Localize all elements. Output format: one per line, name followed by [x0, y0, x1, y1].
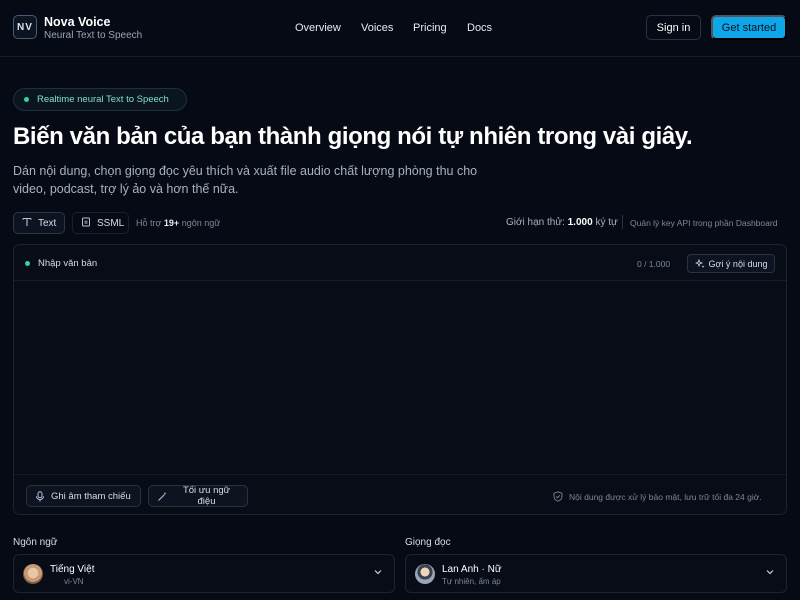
top-header: NV Nova Voice Neural Text to Speech Over…	[0, 0, 800, 57]
voice-name: Lan Anh · Nữ	[442, 564, 502, 575]
security-note: Nội dung được xử lý bảo mật, lưu trữ tối…	[553, 491, 762, 502]
chevron-down-icon	[765, 567, 775, 580]
nav-pricing[interactable]: Pricing	[413, 22, 447, 34]
divider	[622, 215, 623, 229]
text-editor-panel: Nhập văn bản 0 / 1.000 Gợi ý nội dung Gh…	[13, 244, 787, 515]
language-code: vi-VN	[64, 577, 84, 586]
suggest-content-button[interactable]: Gợi ý nội dung	[687, 254, 775, 273]
language-name: Tiếng Việt	[50, 564, 95, 575]
magic-wand-icon	[157, 491, 168, 502]
badge-label: Realtime neural Text to Speech	[37, 94, 169, 105]
api-key-link[interactable]: Quản lý key API trong phần Dashboard	[630, 218, 777, 228]
voice-description: Tự nhiên, ấm áp	[442, 577, 501, 586]
language-select[interactable]: Tiếng Việt vi-VN	[13, 554, 395, 593]
brand-subtitle: Neural Text to Speech	[44, 30, 143, 41]
code-file-icon	[81, 217, 91, 230]
mode-ssml-label: SSML	[97, 217, 125, 229]
mode-text-tab[interactable]: Text	[13, 212, 65, 234]
status-dot-icon	[24, 97, 29, 102]
mode-text-label: Text	[38, 217, 57, 229]
suggest-label: Gợi ý nội dung	[708, 258, 768, 269]
character-counter: 0 / 1.000	[637, 259, 671, 269]
language-flag-icon	[23, 564, 43, 584]
divider	[14, 474, 786, 475]
brand-name[interactable]: Nova Voice	[44, 15, 110, 29]
chevron-down-icon	[373, 567, 383, 580]
voice-select[interactable]: Lan Anh · Nữ Tự nhiên, ấm áp	[405, 554, 787, 593]
nav-docs[interactable]: Docs	[467, 22, 492, 34]
editor-label: Nhập văn bản	[38, 258, 98, 269]
record-reference-button[interactable]: Ghi âm tham chiếu	[26, 485, 141, 507]
realtime-badge: Realtime neural Text to Speech	[13, 88, 187, 111]
trial-limit: Giới hạn thử: 1.000 ký tự	[506, 217, 618, 228]
language-label: Ngôn ngữ	[13, 537, 58, 548]
sparkles-icon	[694, 258, 705, 269]
record-label: Ghi âm tham chiếu	[51, 490, 131, 502]
language-support-note: Hỗ trợ 19+ ngôn ngữ	[136, 218, 220, 228]
editor-header: Nhập văn bản 0 / 1.000 Gợi ý nội dung	[14, 245, 786, 281]
voice-avatar	[415, 564, 435, 584]
support-count: 19+	[163, 218, 180, 228]
microphone-icon	[35, 490, 45, 502]
brand-logo[interactable]: NV	[13, 15, 37, 39]
security-note-text: Nội dung được xử lý bảo mật, lưu trữ tối…	[569, 491, 762, 502]
optimize-intonation-button[interactable]: Tối ưu ngữ điệu	[148, 485, 248, 507]
sign-in-button[interactable]: Sign in	[646, 15, 701, 40]
shield-check-icon	[553, 491, 563, 502]
voice-label: Giọng đọc	[405, 537, 451, 548]
nav-overview[interactable]: Overview	[295, 22, 341, 34]
nav-voices[interactable]: Voices	[361, 22, 393, 34]
editor-title: Nhập văn bản	[25, 258, 97, 269]
support-suffix: ngôn ngữ	[181, 218, 221, 228]
page-title: Biến văn bản của bạn thành giọng nói tự …	[13, 123, 693, 150]
limit-prefix: Giới hạn thử:	[506, 217, 565, 228]
support-prefix: Hỗ trợ	[136, 218, 162, 228]
mode-ssml-tab[interactable]: SSML	[72, 212, 129, 234]
text-input[interactable]	[14, 282, 786, 475]
get-started-button[interactable]: Get started	[711, 15, 787, 40]
text-type-icon	[22, 217, 32, 230]
page-description: Dán nội dung, chọn giọng đọc yêu thích v…	[13, 164, 478, 196]
limit-value: 1.000	[567, 217, 593, 228]
limit-suffix: ký tự	[595, 217, 618, 228]
status-dot-icon	[25, 261, 30, 266]
optimize-label: Tối ưu ngữ điệu	[182, 485, 231, 507]
